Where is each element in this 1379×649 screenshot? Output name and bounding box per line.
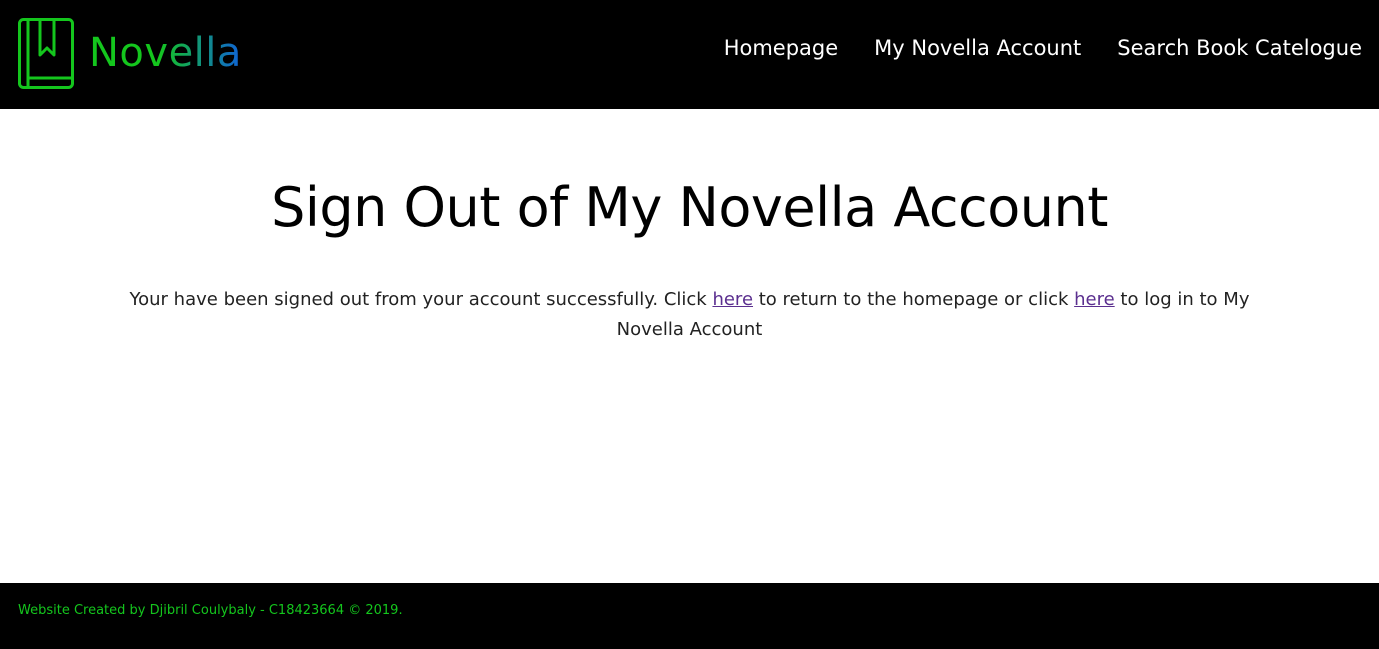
page-title: Sign Out of My Novella Account	[271, 176, 1108, 239]
main-content: Sign Out of My Novella Account Your have…	[0, 109, 1379, 583]
site-footer: Website Created by Djibril Coulybaly - C…	[0, 583, 1379, 649]
message-text-before-link: Your have been signed out from your acco…	[129, 289, 713, 310]
brand-name: Novella	[89, 30, 242, 76]
footer-credit: Website Created by Djibril Coulybaly - C…	[18, 603, 403, 618]
book-bookmark-icon	[18, 17, 74, 89]
brand-logo-link[interactable]: Novella	[17, 16, 242, 90]
login-link[interactable]: here	[1074, 289, 1115, 310]
nav-link-my-novella-account[interactable]: My Novella Account	[874, 36, 1081, 60]
sign-out-page: Novella Homepage My Novella Account Sear…	[0, 0, 1379, 649]
main-navigation: Homepage My Novella Account Search Book …	[724, 33, 1362, 63]
return-homepage-link[interactable]: here	[712, 289, 753, 310]
nav-link-search-book-catalogue[interactable]: Search Book Catelogue	[1117, 36, 1362, 60]
message-text-between-links: to return to the homepage or click	[753, 289, 1075, 310]
site-header: Novella Homepage My Novella Account Sear…	[0, 0, 1379, 109]
sign-out-message: Your have been signed out from your acco…	[100, 285, 1279, 345]
nav-link-homepage[interactable]: Homepage	[724, 36, 838, 60]
